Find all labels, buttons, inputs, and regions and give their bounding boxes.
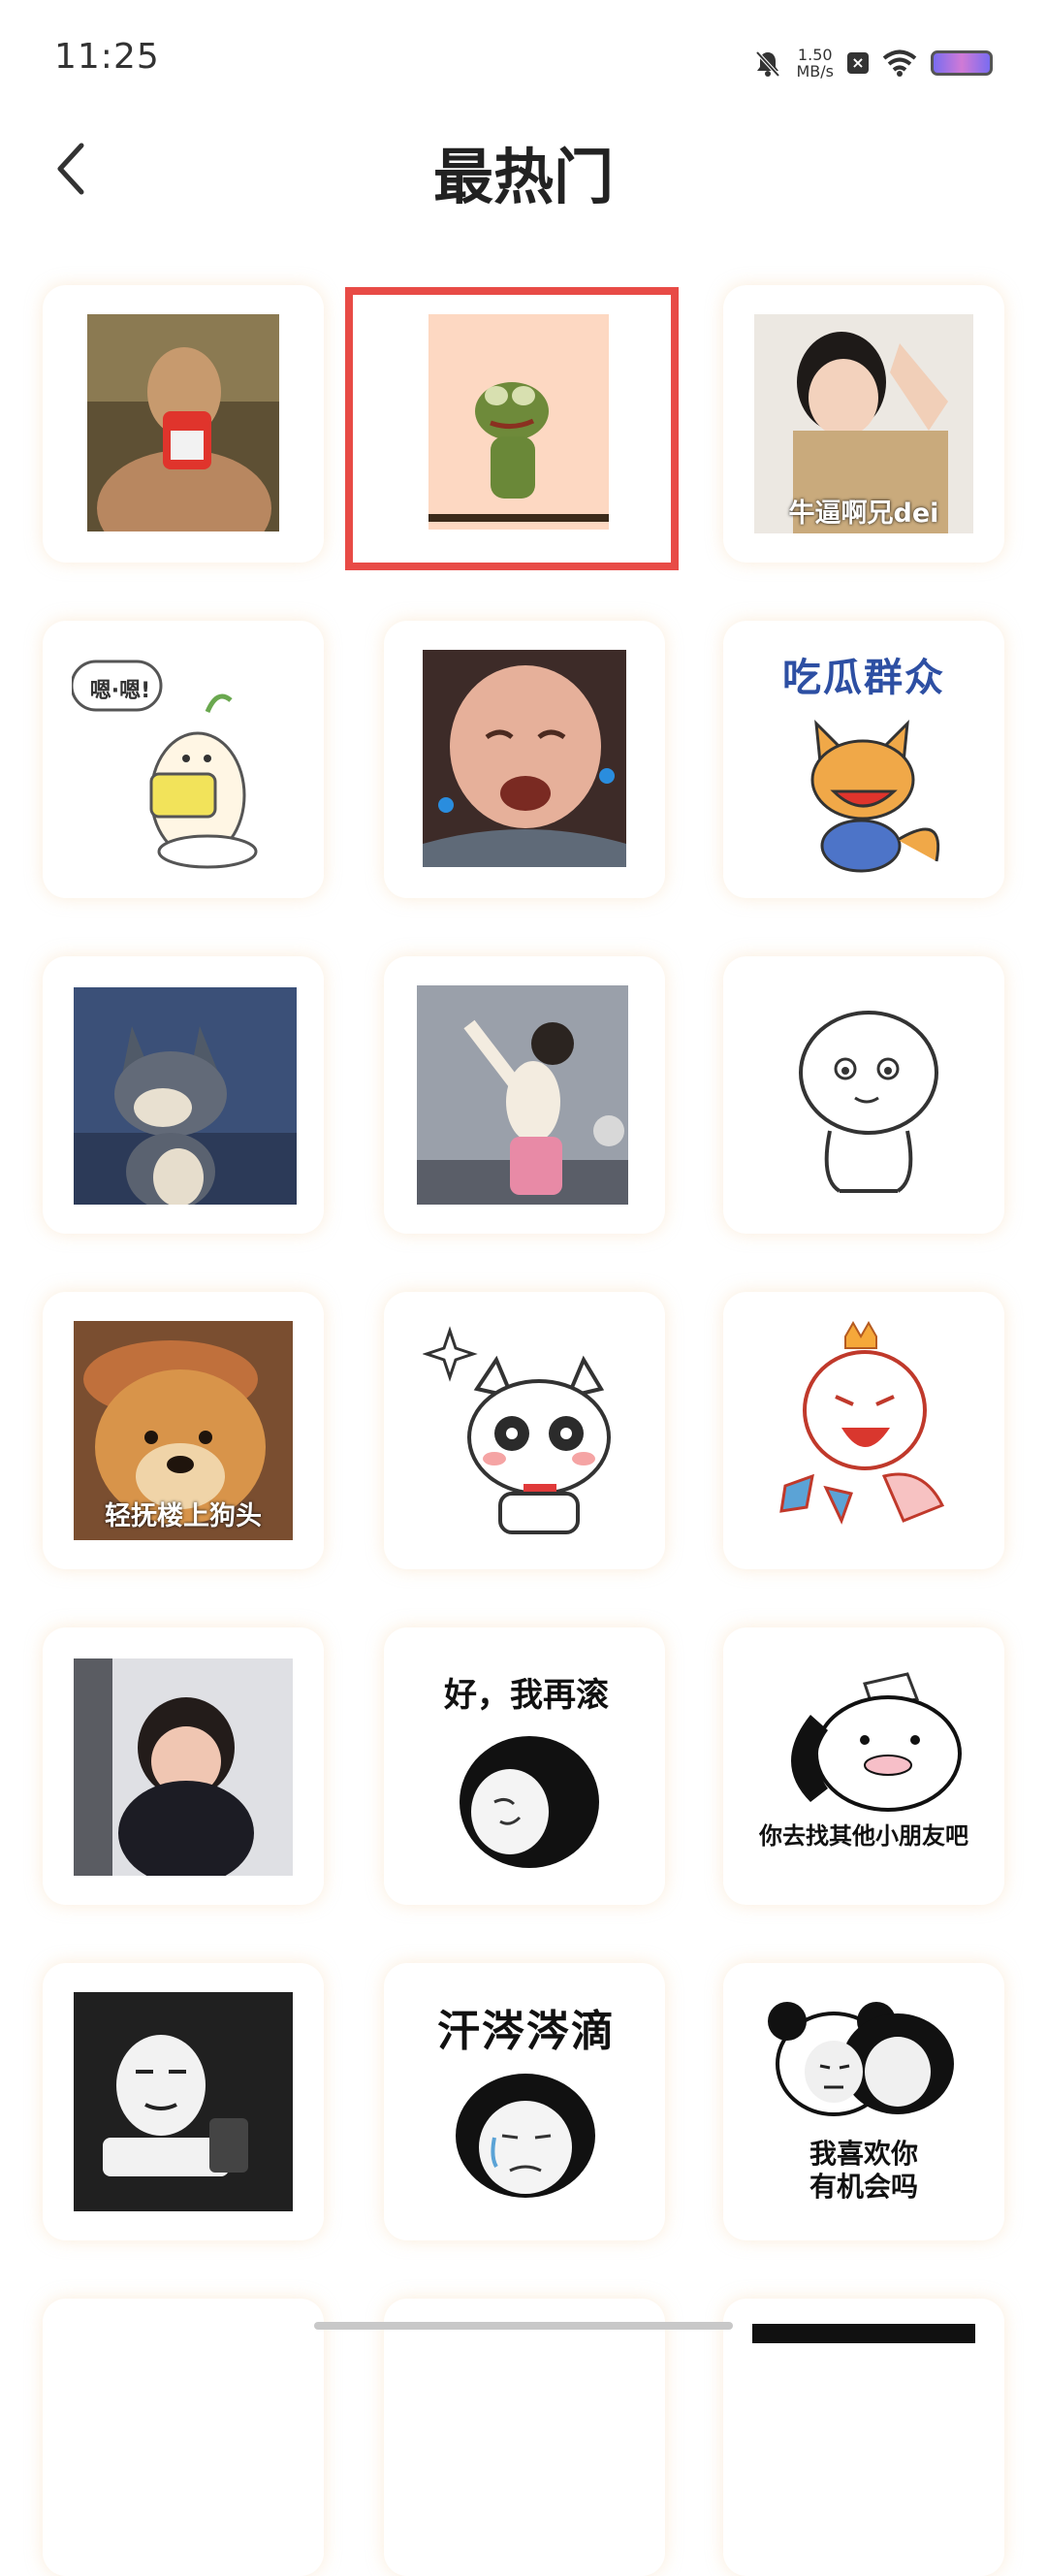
status-bar: 11:25 1.50 MB/s ×	[0, 0, 1047, 116]
mute-icon	[756, 50, 780, 78]
sticker-image: 嗯·嗯!	[72, 650, 299, 873]
network-speed: 1.50 MB/s	[796, 47, 834, 80]
sticker-caption: 好，我再滚	[444, 1676, 609, 1715]
sticker-image	[423, 1321, 630, 1540]
sticker-caption-line: 我喜欢你	[809, 2138, 918, 2170]
sticker-girl-in-box[interactable]: 牛逼啊兄dei	[723, 285, 1004, 563]
sticker-girl-arms-up[interactable]	[384, 956, 665, 1234]
sticker-image	[74, 1658, 293, 1876]
sticker-crying-girl[interactable]	[43, 1627, 324, 1905]
sticker-caption: 我喜欢你 有机会吗	[752, 2138, 975, 2204]
sticker-image: 汗涔涔滴	[413, 1992, 640, 2211]
sticker-caption: 汗涔涔滴	[437, 2007, 616, 2056]
network-speed-value: 1.50	[797, 46, 833, 64]
sticker-image	[417, 985, 628, 1205]
sticker-image	[752, 2324, 975, 2343]
sticker-caption-line: 有机会吗	[809, 2171, 918, 2203]
sticker-image	[423, 650, 626, 867]
status-time: 11:25	[54, 37, 160, 77]
sticker-image	[762, 985, 966, 1205]
network-speed-unit: MB/s	[796, 62, 834, 80]
sticker-fox-eating-watermelon[interactable]: 吃瓜群众	[723, 621, 1004, 898]
home-indicator[interactable]	[314, 2322, 733, 2330]
sticker-partial[interactable]	[384, 2299, 665, 2576]
sticker-starry-eyed-cat[interactable]	[384, 1292, 665, 1569]
sticker-tom-cat[interactable]	[43, 956, 324, 1234]
sticker-meme-face-dark[interactable]	[43, 1963, 324, 2240]
sticker-image	[74, 1992, 293, 2211]
sticker-partial[interactable]	[723, 2299, 1004, 2576]
sticker-image: 牛逼啊兄dei	[754, 314, 973, 533]
wifi-icon	[882, 49, 917, 77]
sticker-image	[758, 1321, 969, 1540]
sticker-image: 你去找其他小朋友吧	[752, 1657, 975, 1876]
page-title: 最热门	[432, 142, 614, 212]
sticker-image	[87, 314, 279, 531]
sticker-white-bun-sitting[interactable]	[723, 956, 1004, 1234]
sticker-image	[74, 987, 297, 1205]
battery-icon	[931, 50, 993, 76]
sticker-panda-heads[interactable]: 我喜欢你 有机会吗	[723, 1963, 1004, 2240]
sticker-sweating-meme[interactable]: 汗涔涔滴	[384, 1963, 665, 2240]
sticker-caption: 牛逼啊兄dei	[788, 499, 939, 529]
sticker-image: 吃瓜群众	[752, 646, 975, 875]
sticker-phone-bun-go-away[interactable]: 你去找其他小朋友吧	[723, 1627, 1004, 1905]
sticker-caption: 轻抚楼上狗头	[105, 1501, 262, 1531]
sticker-caption: 吃瓜群众	[782, 656, 945, 700]
sticker-speech-bubble: 嗯·嗯!	[89, 679, 151, 703]
selection-highlight	[345, 287, 679, 570]
sticker-caption: 你去找其他小朋友吧	[759, 1822, 968, 1850]
sticker-potato-on-toilet[interactable]: 嗯·嗯!	[43, 621, 324, 898]
status-icons: 1.50 MB/s ×	[753, 39, 993, 87]
sticker-shiba-dog[interactable]: 轻抚楼上狗头	[43, 1292, 324, 1569]
sticker-partial[interactable]	[43, 2299, 324, 2576]
sticker-man-holding-snack[interactable]	[43, 285, 324, 563]
sticker-image: 好，我再滚	[413, 1657, 640, 1876]
close-app-icon: ×	[847, 52, 869, 74]
sticker-image: 我喜欢你 有机会吗	[752, 1992, 975, 2211]
sticker-crowned-crying-bun[interactable]	[723, 1292, 1004, 1569]
sticker-crying-boy[interactable]	[384, 621, 665, 898]
sticker-meme-face-rolling[interactable]: 好，我再滚	[384, 1627, 665, 1905]
sticker-image: 轻抚楼上狗头	[74, 1321, 293, 1540]
